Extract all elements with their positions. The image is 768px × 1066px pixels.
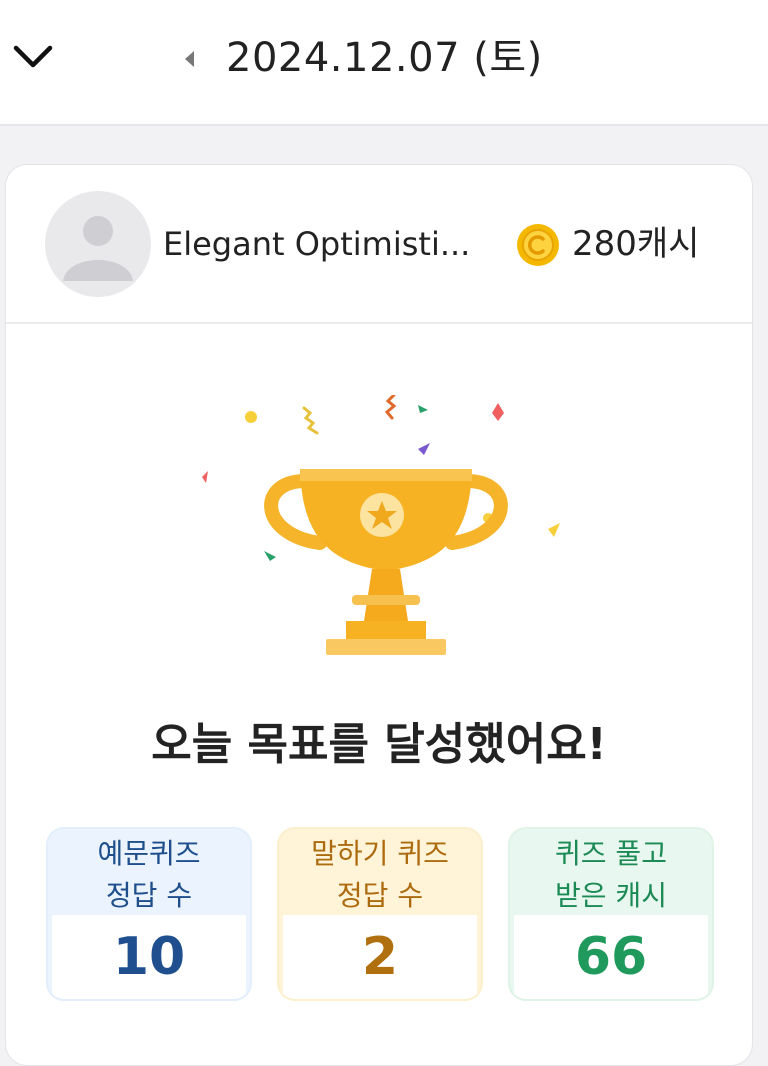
trophy-illustration: [186, 393, 586, 665]
caret-left-icon[interactable]: [180, 46, 200, 72]
stat-label-line1: 퀴즈 풀고: [555, 837, 667, 870]
top-bar: 2024.12.07 (토): [0, 0, 768, 126]
stat-label: 예문퀴즈 정답 수: [48, 829, 250, 919]
stat-value: 2: [283, 915, 477, 999]
stat-label-line2: 정답 수: [105, 879, 193, 912]
coin-icon: [516, 223, 560, 267]
avatar: [45, 191, 151, 297]
stat-label-line1: 예문퀴즈: [97, 837, 201, 870]
result-card: Elegant Optimisti... 280캐시 오늘 목표를 달성했어요!…: [5, 164, 753, 1066]
stat-value: 66: [514, 915, 708, 999]
stat-label: 퀴즈 풀고 받은 캐시: [510, 829, 712, 919]
stat-example-quiz: 예문퀴즈 정답 수 10: [46, 827, 252, 1001]
cash-amount: 280캐시: [572, 224, 700, 264]
stat-label: 말하기 퀴즈 정답 수: [279, 829, 481, 919]
stat-value: 10: [52, 915, 246, 999]
goal-achieved-headline: 오늘 목표를 달성했어요!: [151, 719, 607, 770]
username: Elegant Optimisti...: [163, 225, 471, 263]
stat-speaking-quiz: 말하기 퀴즈 정답 수 2: [277, 827, 483, 1001]
profile-row: Elegant Optimisti... 280캐시: [6, 165, 752, 324]
chevron-down-icon[interactable]: [10, 38, 56, 78]
date-title: 2024.12.07 (토): [226, 35, 543, 81]
stat-earned-cash: 퀴즈 풀고 받은 캐시 66: [508, 827, 714, 1001]
stat-label-line1: 말하기 퀴즈: [311, 837, 449, 870]
stat-label-line2: 정답 수: [336, 879, 424, 912]
stat-label-line2: 받은 캐시: [555, 879, 667, 912]
